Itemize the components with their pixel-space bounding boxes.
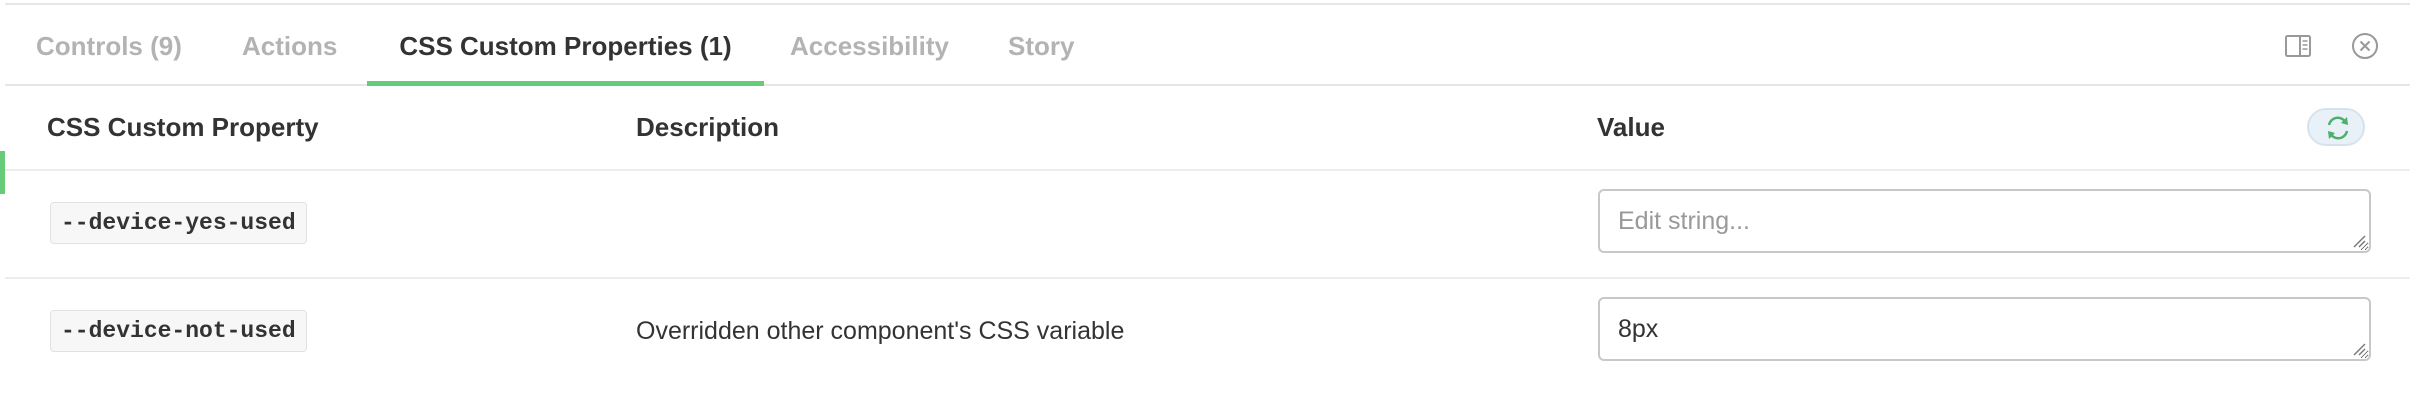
reset-arrows-icon bbox=[2327, 116, 2349, 140]
value-input[interactable]: Edit string... bbox=[1598, 189, 2371, 253]
tab-controls[interactable]: Controls (9) bbox=[36, 5, 182, 84]
reset-controls-button[interactable] bbox=[2307, 108, 2365, 146]
property-name: --device-yes-used bbox=[50, 202, 307, 244]
tab-story[interactable]: Story bbox=[1008, 5, 1074, 84]
resize-grip-icon[interactable] bbox=[2352, 342, 2366, 356]
header-description: Description bbox=[636, 112, 780, 142]
property-name: --device-not-used bbox=[50, 310, 307, 352]
value-input-text: 8px bbox=[1618, 315, 1659, 343]
header-value: Value bbox=[1597, 112, 1665, 142]
header-css-custom-property: CSS Custom Property bbox=[47, 112, 319, 142]
resize-grip-icon[interactable] bbox=[2352, 234, 2366, 248]
value-input[interactable]: 8px bbox=[1598, 297, 2371, 361]
table-header-row: CSS Custom Property Description Value bbox=[5, 86, 2410, 171]
tab-actions[interactable]: Actions bbox=[242, 5, 337, 84]
panel-layout-icon[interactable] bbox=[2281, 29, 2315, 63]
tab-css-custom-properties[interactable]: CSS Custom Properties (1) bbox=[367, 5, 764, 86]
table-row: --device-yes-used Edit string... bbox=[5, 171, 2410, 279]
addons-panel: Controls (9) Actions CSS Custom Properti… bbox=[5, 3, 2410, 414]
close-circle-icon[interactable] bbox=[2348, 29, 2382, 63]
property-description: Overridden other component's CSS variabl… bbox=[636, 317, 1125, 345]
tab-accessibility[interactable]: Accessibility bbox=[790, 5, 949, 84]
addons-tab-bar: Controls (9) Actions CSS Custom Properti… bbox=[5, 5, 2410, 86]
value-input-placeholder: Edit string... bbox=[1618, 207, 1750, 235]
table-row: --device-not-used Overridden other compo… bbox=[5, 279, 2410, 385]
